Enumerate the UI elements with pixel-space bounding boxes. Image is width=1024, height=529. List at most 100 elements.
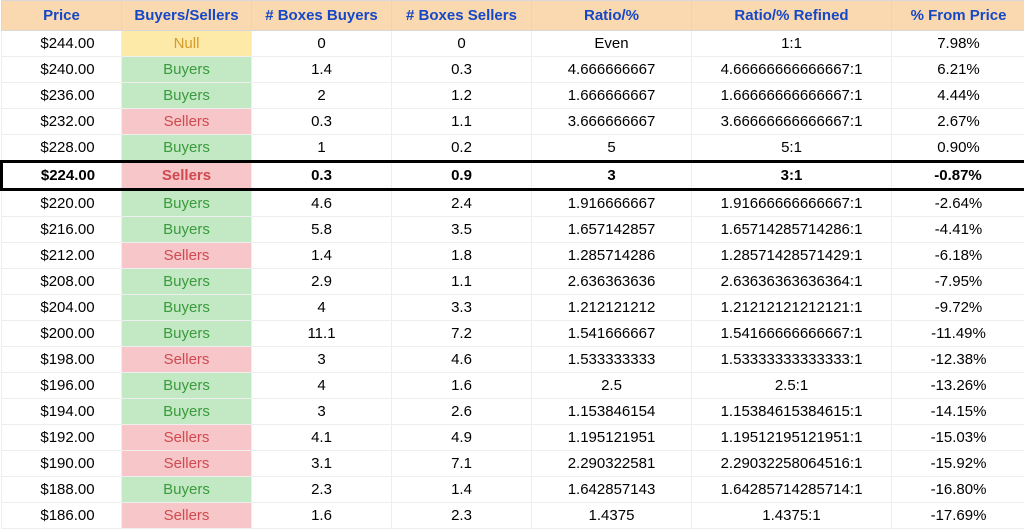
cell-buyers-sellers: Buyers xyxy=(122,83,252,109)
cell-boxes-buyers: 4.1 xyxy=(252,425,392,451)
cell-boxes-sellers: 1.1 xyxy=(392,269,532,295)
cell-ratio: 1.533333333 xyxy=(532,347,692,373)
cell-boxes-buyers: 3.1 xyxy=(252,451,392,477)
cell-from-price: -15.92% xyxy=(892,451,1024,477)
header-boxes-buyers: # Boxes Buyers xyxy=(252,1,392,31)
cell-buyers-sellers: Sellers xyxy=(122,347,252,373)
cell-price: $194.00 xyxy=(2,399,122,425)
cell-boxes-sellers: 0.2 xyxy=(392,135,532,162)
table-row: $244.00Null00Even1:17.98% xyxy=(2,31,1024,57)
cell-from-price: -16.80% xyxy=(892,477,1024,503)
cell-from-price: -17.69% xyxy=(892,503,1024,529)
cell-buyers-sellers: Sellers xyxy=(122,451,252,477)
table-row: $208.00Buyers2.91.12.6363636362.63636363… xyxy=(2,269,1024,295)
cell-buyers-sellers: Sellers xyxy=(122,109,252,135)
table-row: $216.00Buyers5.83.51.6571428571.65714285… xyxy=(2,217,1024,243)
cell-from-price: -14.15% xyxy=(892,399,1024,425)
table-row: $228.00Buyers10.255:10.90% xyxy=(2,135,1024,162)
cell-from-price: -15.03% xyxy=(892,425,1024,451)
cell-boxes-sellers: 0.9 xyxy=(392,162,532,190)
cell-boxes-buyers: 2.9 xyxy=(252,269,392,295)
cell-boxes-buyers: 4 xyxy=(252,295,392,321)
cell-price: $200.00 xyxy=(2,321,122,347)
cell-price: $228.00 xyxy=(2,135,122,162)
table-row: $190.00Sellers3.17.12.2903225812.2903225… xyxy=(2,451,1024,477)
header-from-price: % From Price xyxy=(892,1,1024,31)
cell-ratio-refined: 3:1 xyxy=(692,162,892,190)
cell-boxes-buyers: 0 xyxy=(252,31,392,57)
cell-boxes-buyers: 2.3 xyxy=(252,477,392,503)
cell-ratio-refined: 2.63636363636364:1 xyxy=(692,269,892,295)
cell-buyers-sellers: Sellers xyxy=(122,425,252,451)
cell-buyers-sellers: Buyers xyxy=(122,57,252,83)
cell-boxes-buyers: 3 xyxy=(252,399,392,425)
table-row: $196.00Buyers41.62.52.5:1-13.26% xyxy=(2,373,1024,399)
cell-price: $224.00 xyxy=(2,162,122,190)
cell-boxes-buyers: 11.1 xyxy=(252,321,392,347)
cell-ratio: 1.541666667 xyxy=(532,321,692,347)
cell-buyers-sellers: Buyers xyxy=(122,217,252,243)
table-row: $212.00Sellers1.41.81.2857142861.2857142… xyxy=(2,243,1024,269)
cell-ratio-refined: 1.54166666666667:1 xyxy=(692,321,892,347)
cell-boxes-buyers: 4 xyxy=(252,373,392,399)
cell-buyers-sellers: Sellers xyxy=(122,162,252,190)
cell-ratio-refined: 1.28571428571429:1 xyxy=(692,243,892,269)
cell-from-price: 4.44% xyxy=(892,83,1024,109)
cell-boxes-buyers: 1.4 xyxy=(252,243,392,269)
cell-ratio-refined: 1.15384615384615:1 xyxy=(692,399,892,425)
cell-ratio: 1.642857143 xyxy=(532,477,692,503)
cell-from-price: 6.21% xyxy=(892,57,1024,83)
cell-boxes-buyers: 3 xyxy=(252,347,392,373)
cell-ratio: 2.290322581 xyxy=(532,451,692,477)
table-row: $232.00Sellers0.31.13.6666666673.6666666… xyxy=(2,109,1024,135)
cell-buyers-sellers: Buyers xyxy=(122,135,252,162)
cell-boxes-buyers: 1.6 xyxy=(252,503,392,529)
cell-boxes-sellers: 2.4 xyxy=(392,190,532,217)
cell-ratio: 2.5 xyxy=(532,373,692,399)
cell-from-price: -0.87% xyxy=(892,162,1024,190)
cell-buyers-sellers: Sellers xyxy=(122,243,252,269)
cell-price: $244.00 xyxy=(2,31,122,57)
table-row: $204.00Buyers43.31.2121212121.2121212121… xyxy=(2,295,1024,321)
cell-buyers-sellers: Buyers xyxy=(122,269,252,295)
cell-buyers-sellers: Sellers xyxy=(122,503,252,529)
table-row: $198.00Sellers34.61.5333333331.533333333… xyxy=(2,347,1024,373)
header-boxes-sellers: # Boxes Sellers xyxy=(392,1,532,31)
cell-boxes-buyers: 4.6 xyxy=(252,190,392,217)
cell-ratio-refined: 2.5:1 xyxy=(692,373,892,399)
cell-price: $186.00 xyxy=(2,503,122,529)
cell-ratio-refined: 1.91666666666667:1 xyxy=(692,190,892,217)
cell-boxes-sellers: 1.8 xyxy=(392,243,532,269)
cell-from-price: 2.67% xyxy=(892,109,1024,135)
cell-boxes-buyers: 1.4 xyxy=(252,57,392,83)
cell-from-price: -6.18% xyxy=(892,243,1024,269)
cell-buyers-sellers: Buyers xyxy=(122,321,252,347)
cell-price: $216.00 xyxy=(2,217,122,243)
cell-ratio: 1.212121212 xyxy=(532,295,692,321)
cell-from-price: -2.64% xyxy=(892,190,1024,217)
cell-boxes-buyers: 2 xyxy=(252,83,392,109)
table-row: $186.00Sellers1.62.31.43751.4375:1-17.69… xyxy=(2,503,1024,529)
table-row: $236.00Buyers21.21.6666666671.6666666666… xyxy=(2,83,1024,109)
cell-from-price: -9.72% xyxy=(892,295,1024,321)
cell-ratio-refined: 1.66666666666667:1 xyxy=(692,83,892,109)
cell-ratio-refined: 1:1 xyxy=(692,31,892,57)
cell-boxes-sellers: 1.4 xyxy=(392,477,532,503)
cell-boxes-sellers: 3.3 xyxy=(392,295,532,321)
cell-ratio-refined: 1.53333333333333:1 xyxy=(692,347,892,373)
cell-boxes-buyers: 1 xyxy=(252,135,392,162)
cell-price: $188.00 xyxy=(2,477,122,503)
cell-from-price: 0.90% xyxy=(892,135,1024,162)
cell-from-price: -4.41% xyxy=(892,217,1024,243)
price-ratio-table: Price Buyers/Sellers # Boxes Buyers # Bo… xyxy=(0,0,1024,529)
table-row: $200.00Buyers11.17.21.5416666671.5416666… xyxy=(2,321,1024,347)
cell-ratio: 1.4375 xyxy=(532,503,692,529)
cell-price: $208.00 xyxy=(2,269,122,295)
cell-ratio: 1.657142857 xyxy=(532,217,692,243)
table-row: $188.00Buyers2.31.41.6428571431.64285714… xyxy=(2,477,1024,503)
cell-price: $240.00 xyxy=(2,57,122,83)
cell-price: $212.00 xyxy=(2,243,122,269)
cell-boxes-sellers: 1.2 xyxy=(392,83,532,109)
cell-ratio: 1.153846154 xyxy=(532,399,692,425)
cell-boxes-sellers: 7.1 xyxy=(392,451,532,477)
